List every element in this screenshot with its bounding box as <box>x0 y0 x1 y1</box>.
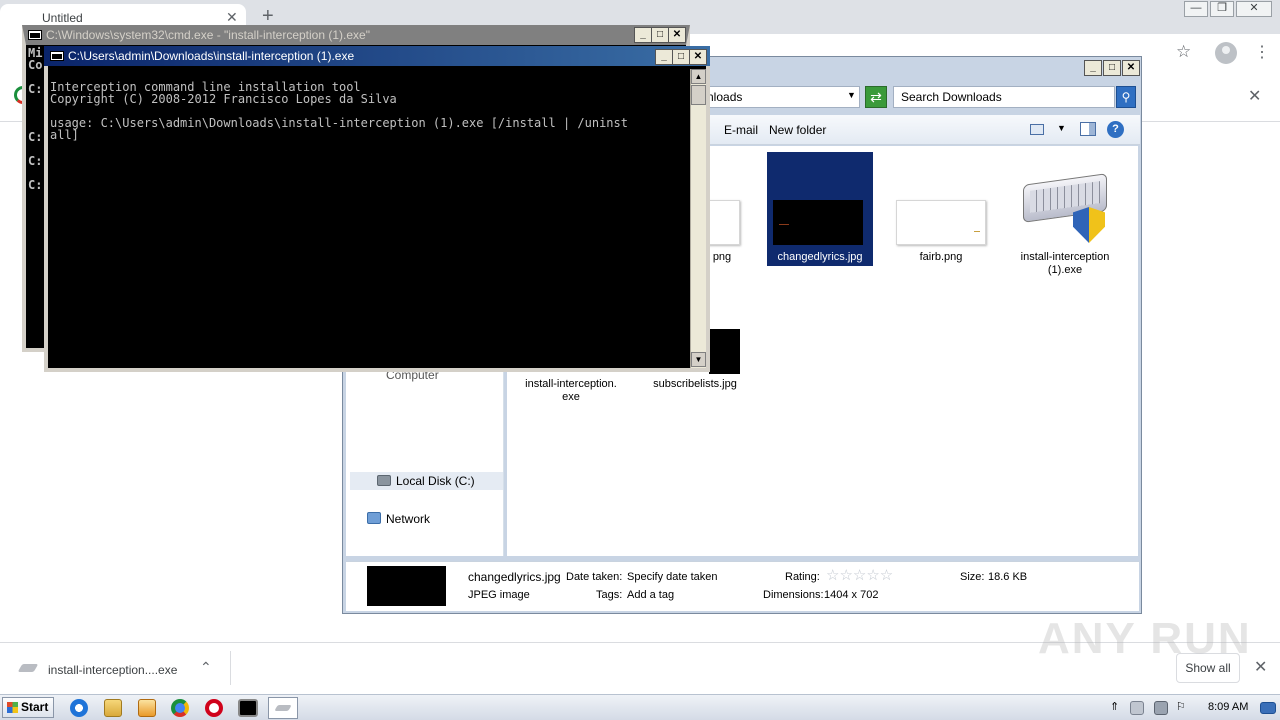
tab-close-icon[interactable]: ✕ <box>226 9 238 26</box>
download-shelf-close-icon[interactable]: ✕ <box>1254 657 1267 677</box>
show-desktop-icon[interactable] <box>1260 702 1276 714</box>
network-tray-icon[interactable] <box>1130 701 1144 715</box>
start-label: Start <box>21 700 49 714</box>
star-icon[interactable]: ☆ <box>1176 42 1191 62</box>
cmd-back-maximize-button[interactable]: □ <box>651 27 669 43</box>
maximize-button[interactable]: ❐ <box>1210 1 1234 17</box>
explorer-icon[interactable] <box>104 699 122 717</box>
ie-icon[interactable] <box>70 699 88 717</box>
cmd-close-button[interactable]: ✕ <box>689 49 707 65</box>
details-pane: changedlyrics.jpg JPEG image Date taken:… <box>346 561 1139 611</box>
chevron-up-icon[interactable]: ⌃ <box>200 659 212 676</box>
taskbar: Start ⇑ ⚐ 8:09 AM <box>0 694 1280 720</box>
cmd-output-line: all] <box>50 128 79 142</box>
download-item-name[interactable]: install-interception....exe <box>48 663 177 677</box>
rating-stars-icon[interactable]: ☆☆☆☆☆ <box>826 566 893 584</box>
email-command[interactable]: E-mail <box>724 123 758 137</box>
watermark-logo: ANY RUN <box>1038 614 1252 663</box>
details-file-name: changedlyrics.jpg <box>468 570 561 584</box>
address-text: nloads <box>707 90 743 104</box>
cmd-maximize-button[interactable]: □ <box>672 49 690 65</box>
file-thumbnail[interactable] <box>896 200 986 245</box>
file-label[interactable]: png <box>707 251 737 264</box>
details-thumbnail <box>367 566 446 606</box>
thumbnail-mark <box>779 224 789 225</box>
cmd-back-title[interactable]: C:\Windows\system32\cmd.exe - "install-i… <box>46 28 370 42</box>
tags-label: Tags: <box>596 589 623 601</box>
explorer-maximize-button[interactable]: □ <box>1103 60 1121 76</box>
interception-taskbar-button[interactable] <box>268 697 298 719</box>
file-label[interactable]: install-interception (1).exe <box>1011 251 1119 277</box>
preview-pane-icon[interactable] <box>1080 122 1096 136</box>
cmd-back-close-button[interactable]: ✕ <box>668 27 686 43</box>
date-taken-label: Date taken: <box>566 571 623 583</box>
search-icon[interactable]: ⚲ <box>1116 86 1136 108</box>
infobar-close-icon[interactable]: ✕ <box>1248 86 1261 106</box>
help-icon[interactable]: ? <box>1107 121 1124 138</box>
explorer-minimize-button[interactable]: _ <box>1084 60 1102 76</box>
minimize-button[interactable]: — <box>1184 1 1208 17</box>
clock[interactable]: 8:09 AM <box>1208 701 1248 713</box>
profile-avatar-icon[interactable] <box>1215 42 1237 64</box>
cmd-output-line: Copyright (C) 2008-2012 Francisco Lopes … <box>50 92 397 106</box>
start-button[interactable]: Start <box>2 697 54 718</box>
explorer-close-button[interactable]: ✕ <box>1122 60 1140 76</box>
address-dropdown-icon[interactable]: ▼ <box>847 90 856 100</box>
network-icon <box>367 512 381 524</box>
cmd-back-text: C: <box>28 154 43 168</box>
search-placeholder: Search Downloads <box>901 90 1002 104</box>
browser-menu-icon[interactable]: ⋮ <box>1254 42 1270 62</box>
cmd-back-minimize-button[interactable]: _ <box>634 27 652 43</box>
file-label[interactable]: subscribelists.jpg <box>647 378 743 391</box>
file-thumbnail[interactable] <box>709 329 740 374</box>
tab-title: Untitled <box>42 11 83 25</box>
local-disk-icon <box>377 475 391 486</box>
views-dropdown-icon[interactable]: ▼ <box>1057 123 1066 133</box>
nav-item-local-disk[interactable]: Local Disk (C:) <box>396 474 475 488</box>
cmd-output-line: usage: C:\Users\admin\Downloads\install-… <box>50 116 628 130</box>
size-value: 18.6 KB <box>988 571 1028 583</box>
nav-item-network[interactable]: Network <box>386 512 430 526</box>
file-thumbnail[interactable] <box>707 200 740 245</box>
size-label: Size: <box>960 571 985 583</box>
media-player-icon[interactable] <box>138 699 156 717</box>
scroll-up-icon[interactable]: ▲ <box>691 69 706 84</box>
rating-label: Rating: <box>785 571 820 583</box>
tray-expand-icon[interactable]: ⇑ <box>1110 700 1119 713</box>
cmd-icon <box>50 51 64 61</box>
dimensions-label: Dimensions: <box>763 589 824 601</box>
scroll-down-icon[interactable]: ▼ <box>691 352 706 367</box>
tags-value[interactable]: Add a tag <box>627 589 674 601</box>
cmd-back-text: C: <box>28 82 43 96</box>
date-taken-value[interactable]: Specify date taken <box>627 571 718 583</box>
download-file-icon <box>17 664 39 672</box>
windows-logo-icon <box>7 702 18 713</box>
volume-tray-icon[interactable] <box>1154 701 1168 715</box>
close-window-button[interactable]: ✕ <box>1236 1 1272 17</box>
divider <box>230 651 231 685</box>
cmd-scrollbar[interactable]: ▲ ▼ <box>690 69 706 368</box>
scroll-thumb[interactable] <box>691 85 706 105</box>
cmd-minimize-button[interactable]: _ <box>655 49 673 65</box>
cmd-taskbar-icon[interactable] <box>238 699 258 717</box>
interception-icon <box>274 705 292 711</box>
file-label[interactable]: changedlyrics.jpg <box>767 251 873 264</box>
flag-tray-icon[interactable]: ⚐ <box>1176 700 1186 713</box>
cmd-back-text: C: <box>28 130 43 144</box>
cmd-title: C:\Users\admin\Downloads\install-interce… <box>68 49 355 63</box>
details-file-type: JPEG image <box>468 589 530 601</box>
chrome-icon[interactable] <box>171 699 189 717</box>
refresh-icon[interactable]: ⇄ <box>865 86 887 108</box>
cmd-icon <box>28 30 42 40</box>
thumbnail-mark <box>974 231 980 232</box>
cmd-back-text: C: <box>28 178 43 192</box>
file-thumbnail <box>773 200 863 245</box>
views-icon[interactable] <box>1030 124 1044 135</box>
new-folder-command[interactable]: New folder <box>769 123 826 137</box>
file-label[interactable]: fairb.png <box>891 251 991 264</box>
file-label[interactable]: install-interception. exe <box>519 378 623 404</box>
dimensions-value: 1404 x 702 <box>824 589 879 601</box>
cmd-back-text: Co <box>28 58 43 72</box>
opera-icon[interactable] <box>205 699 223 717</box>
